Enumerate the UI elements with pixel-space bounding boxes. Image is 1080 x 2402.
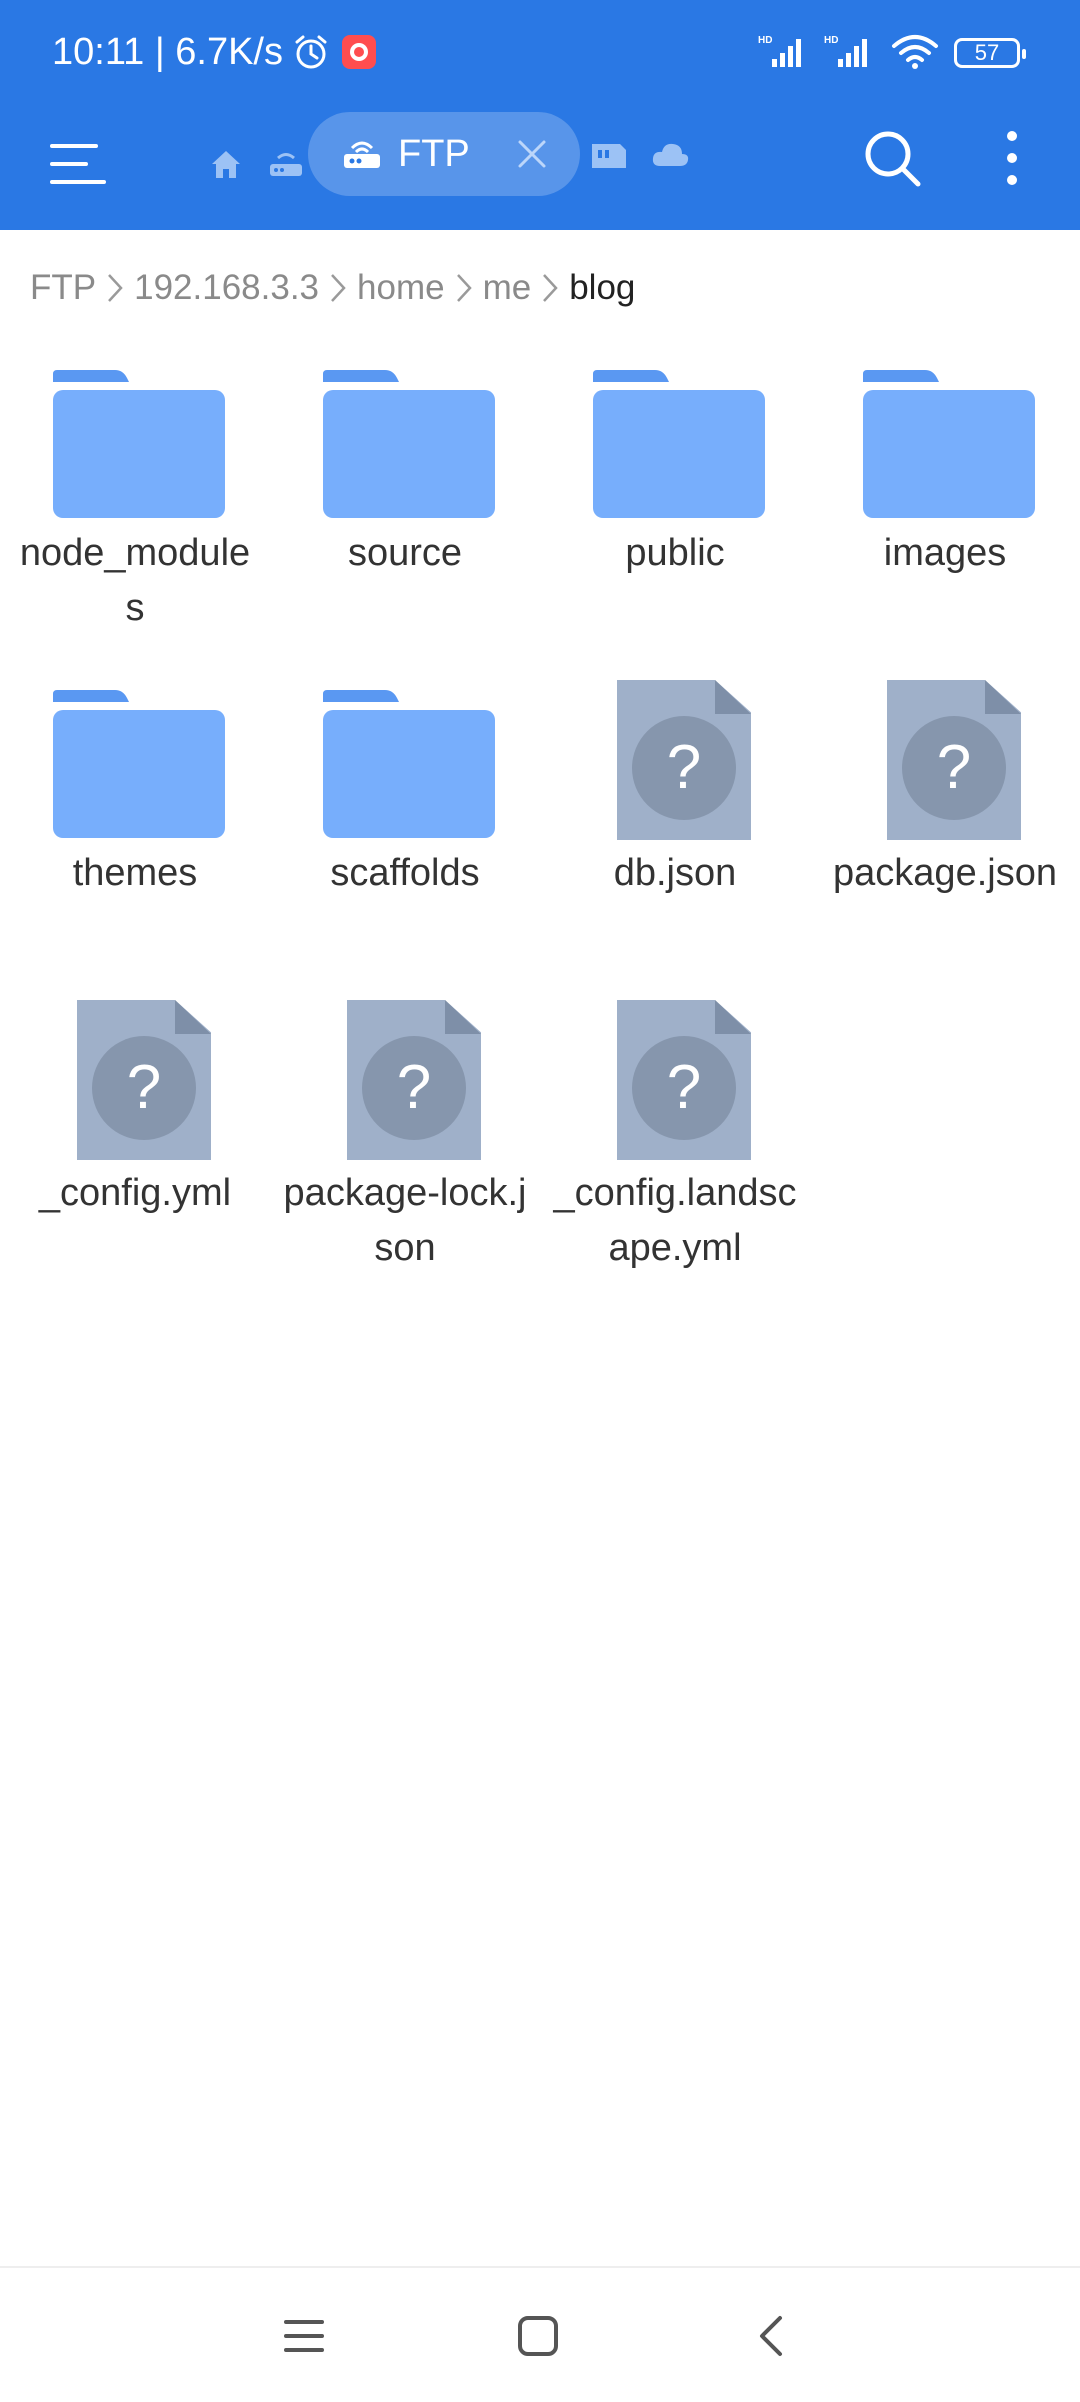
- chevron-right-icon: [455, 271, 473, 305]
- svg-text:?: ?: [667, 733, 701, 802]
- status-time-speed: 10:11 | 6.7K/s: [52, 30, 283, 73]
- signal-hd-icon-2: HD: [824, 33, 876, 74]
- folder-icon: [593, 370, 765, 518]
- toolbar: FTP: [0, 104, 1080, 230]
- svg-text:?: ?: [397, 1053, 431, 1122]
- chevron-right-icon: [541, 271, 559, 305]
- storage-icon[interactable]: [590, 138, 628, 177]
- network-icon: [340, 132, 384, 177]
- svg-text:HD: HD: [758, 35, 772, 46]
- tab-ftp[interactable]: FTP: [308, 112, 580, 196]
- file-name: _config.yml: [38, 1172, 232, 1214]
- unknown-file-icon: ?: [617, 680, 751, 840]
- file-name: public: [625, 532, 725, 574]
- home-square-icon[interactable]: [514, 2312, 562, 2365]
- folder-item[interactable]: themes: [0, 680, 270, 901]
- file-name: source: [347, 532, 463, 574]
- file-item[interactable]: ? _config.landscape.yml: [540, 1000, 810, 1276]
- file-item[interactable]: ? package-lock.json: [270, 1000, 540, 1276]
- home-icon[interactable]: [206, 144, 246, 189]
- breadcrumb-ftp[interactable]: FTP: [30, 268, 96, 308]
- svg-text:?: ?: [937, 733, 971, 802]
- folder-item[interactable]: public: [540, 360, 810, 581]
- file-name: package.json: [833, 852, 1057, 894]
- file-name: db.json: [613, 852, 737, 894]
- file-item[interactable]: ? db.json: [540, 680, 810, 901]
- chevron-right-icon: [329, 271, 347, 305]
- file-name: _config.landscape.yml: [553, 1172, 797, 1269]
- file-name: node_modules: [19, 532, 251, 629]
- more-vert-icon[interactable]: [992, 126, 1032, 190]
- unknown-file-icon: ?: [617, 1000, 751, 1160]
- tab-label: FTP: [398, 132, 470, 175]
- folder-item[interactable]: source: [270, 360, 540, 581]
- folder-item[interactable]: scaffolds: [270, 680, 540, 901]
- chevron-right-icon: [106, 271, 124, 305]
- breadcrumb-me[interactable]: me: [483, 268, 532, 308]
- file-item[interactable]: ? _config.yml: [0, 1000, 270, 1221]
- signal-hd-icon: HD: [758, 33, 810, 74]
- unknown-file-icon: ?: [347, 1000, 481, 1160]
- file-name: package-lock.json: [283, 1172, 527, 1269]
- breadcrumb-host[interactable]: 192.168.3.3: [134, 268, 319, 308]
- system-nav-bar: [0, 2266, 1080, 2402]
- svg-text:HD: HD: [824, 35, 838, 46]
- svg-text:?: ?: [127, 1053, 161, 1122]
- svg-text:?: ?: [667, 1053, 701, 1122]
- file-item[interactable]: ? package.json: [810, 680, 1080, 901]
- breadcrumb-home[interactable]: home: [357, 268, 445, 308]
- file-name: scaffolds: [330, 852, 480, 894]
- close-icon[interactable]: [512, 134, 552, 179]
- search-icon[interactable]: [860, 126, 924, 190]
- menu-icon[interactable]: [46, 132, 110, 196]
- router-icon[interactable]: [266, 144, 306, 189]
- back-icon[interactable]: [748, 2312, 796, 2365]
- folder-icon: [323, 690, 495, 838]
- file-name: images: [883, 532, 1007, 574]
- unknown-file-icon: ?: [887, 680, 1021, 840]
- recents-icon[interactable]: [280, 2312, 328, 2365]
- status-bar: 10:11 | 6.7K/s HD HD 57: [0, 0, 1080, 104]
- alarm-icon: [291, 32, 331, 72]
- folder-icon: [863, 370, 1035, 518]
- breadcrumb: FTP 192.168.3.3 home me blog: [30, 262, 635, 314]
- record-icon: [339, 32, 379, 72]
- folder-icon: [53, 370, 225, 518]
- cloud-icon[interactable]: [650, 138, 690, 177]
- top-app-bar: 10:11 | 6.7K/s HD HD 57 FTP: [0, 0, 1080, 230]
- battery-level: 57: [974, 40, 1000, 65]
- battery-icon: 57: [954, 38, 1026, 68]
- folder-icon: [53, 690, 225, 838]
- folder-icon: [323, 370, 495, 518]
- folder-item[interactable]: node_modules: [0, 360, 270, 636]
- wifi-icon: [890, 32, 940, 75]
- file-name: themes: [72, 852, 198, 894]
- breadcrumb-current: blog: [569, 268, 636, 307]
- unknown-file-icon: ?: [77, 1000, 211, 1160]
- folder-item[interactable]: images: [810, 360, 1080, 581]
